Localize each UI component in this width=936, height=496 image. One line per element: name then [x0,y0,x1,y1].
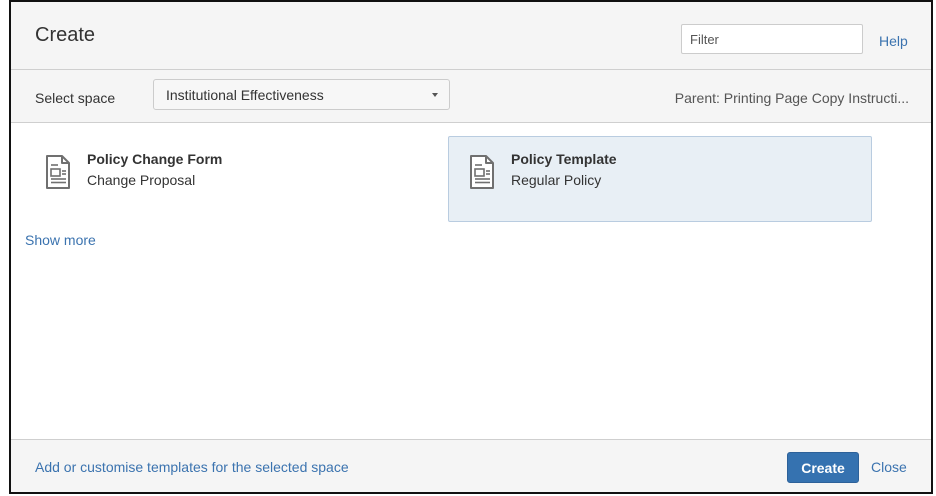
chevron-down-icon [432,93,438,97]
template-description: Regular Policy [511,172,602,188]
create-button[interactable]: Create [787,452,859,483]
template-name: Policy Change Form [87,151,223,167]
template-item-policy-template[interactable]: Policy Template Regular Policy [448,136,872,222]
customise-templates-link[interactable]: Add or customise templates for the selec… [35,459,349,475]
close-link[interactable]: Close [871,459,907,475]
space-select[interactable]: Institutional Effectiveness [153,79,450,110]
help-link[interactable]: Help [879,33,908,49]
template-item-policy-change-form[interactable]: Policy Change Form Change Proposal [24,136,448,222]
template-description: Change Proposal [87,172,196,188]
create-dialog: Create Help Select space Institutional E… [9,0,933,494]
parent-page-text: Parent: Printing Page Copy Instructi... [674,90,909,106]
template-list: Policy Change Form Change Proposal Polic… [11,123,931,442]
document-template-icon [470,155,494,189]
space-selection-bar: Select space Institutional Effectiveness… [11,70,931,123]
dialog-footer: Add or customise templates for the selec… [11,439,931,492]
filter-input[interactable] [681,24,863,54]
template-name: Policy Template [511,151,617,167]
dialog-title: Create [35,24,96,46]
dialog-header: Create Help [11,2,931,70]
document-template-icon [46,155,70,189]
select-space-label: Select space [35,90,116,106]
space-select-value: Institutional Effectiveness [166,87,324,103]
show-more-link[interactable]: Show more [25,232,96,248]
